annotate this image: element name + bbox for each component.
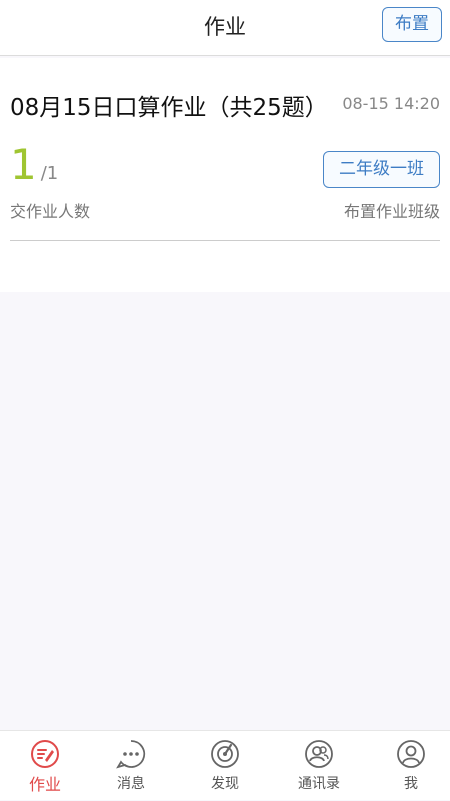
submitted-count: 1 — [10, 140, 37, 189]
homework-card[interactable]: 08月15日口算作业（共25题） 08-15 14:20 1/1 二年级一班 交… — [0, 58, 450, 292]
homework-time: 08-15 14:20 — [342, 94, 440, 113]
discover-icon — [211, 740, 239, 768]
tab-message[interactable]: 消息 — [86, 731, 176, 801]
top-header: 作业 布置 — [0, 0, 450, 56]
message-icon — [116, 740, 146, 769]
tab-label: 通讯录 — [298, 776, 340, 792]
publish-homework-button[interactable]: 布置 — [382, 7, 442, 42]
tab-label: 作业 — [28, 775, 61, 794]
tab-contacts[interactable]: 通讯录 — [274, 731, 364, 801]
tab-discover[interactable]: 发现 — [180, 731, 270, 801]
homework-title: 08月15日口算作业（共25题） — [10, 95, 328, 121]
profile-icon — [397, 740, 425, 768]
submission-count: 1/1 — [10, 140, 58, 189]
tab-profile[interactable]: 我 — [366, 731, 450, 801]
tab-label: 发现 — [211, 776, 239, 792]
submitted-label: 交作业人数 — [10, 202, 91, 221]
contacts-icon — [305, 740, 333, 768]
class-label: 布置作业班级 — [343, 202, 440, 221]
card-divider — [10, 240, 440, 241]
bottom-tab-bar: 作业 消息 发现 通讯录 我 — [0, 730, 450, 800]
tab-label: 消息 — [117, 776, 145, 792]
total-count: /1 — [40, 163, 59, 184]
tab-homework[interactable]: 作业 — [0, 731, 90, 801]
tab-label: 我 — [404, 776, 418, 792]
homework-icon — [31, 740, 59, 768]
class-badge[interactable]: 二年级一班 — [323, 151, 440, 188]
